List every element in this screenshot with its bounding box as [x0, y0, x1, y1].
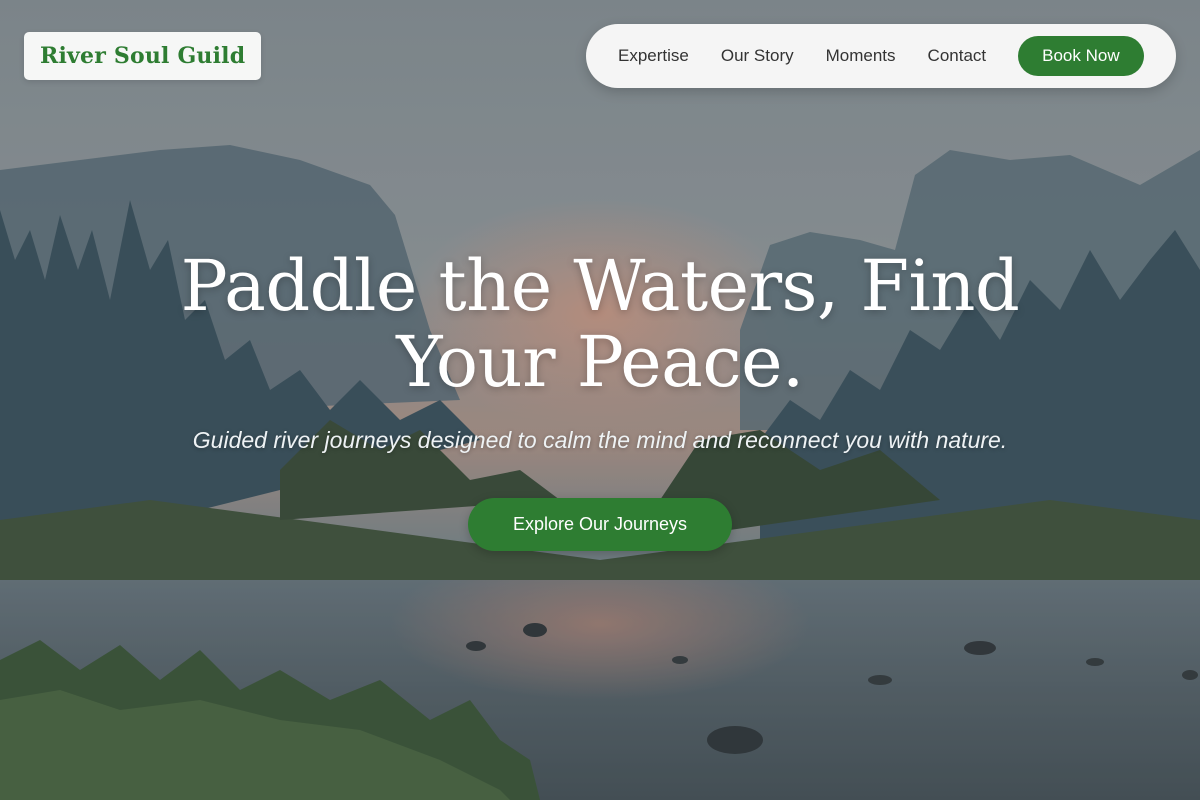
- book-now-button[interactable]: Book Now: [1018, 36, 1144, 76]
- main-nav: Expertise Our Story Moments Contact Book…: [586, 24, 1176, 88]
- brand-name: River Soul Guild: [40, 43, 246, 69]
- nav-link-moments[interactable]: Moments: [826, 46, 896, 66]
- hero-title: Paddle the Waters, Find Your Peace.: [180, 245, 1020, 403]
- nav-link-our-story[interactable]: Our Story: [721, 46, 794, 66]
- nav-link-expertise[interactable]: Expertise: [618, 46, 689, 66]
- nav-link-contact[interactable]: Contact: [928, 46, 987, 66]
- hero-content: Paddle the Waters, Find Your Peace. Guid…: [0, 248, 1200, 551]
- hero-subtitle: Guided river journeys designed to calm t…: [192, 427, 1008, 453]
- brand-logo[interactable]: River Soul Guild: [24, 32, 262, 80]
- explore-journeys-button[interactable]: Explore Our Journeys: [468, 498, 732, 551]
